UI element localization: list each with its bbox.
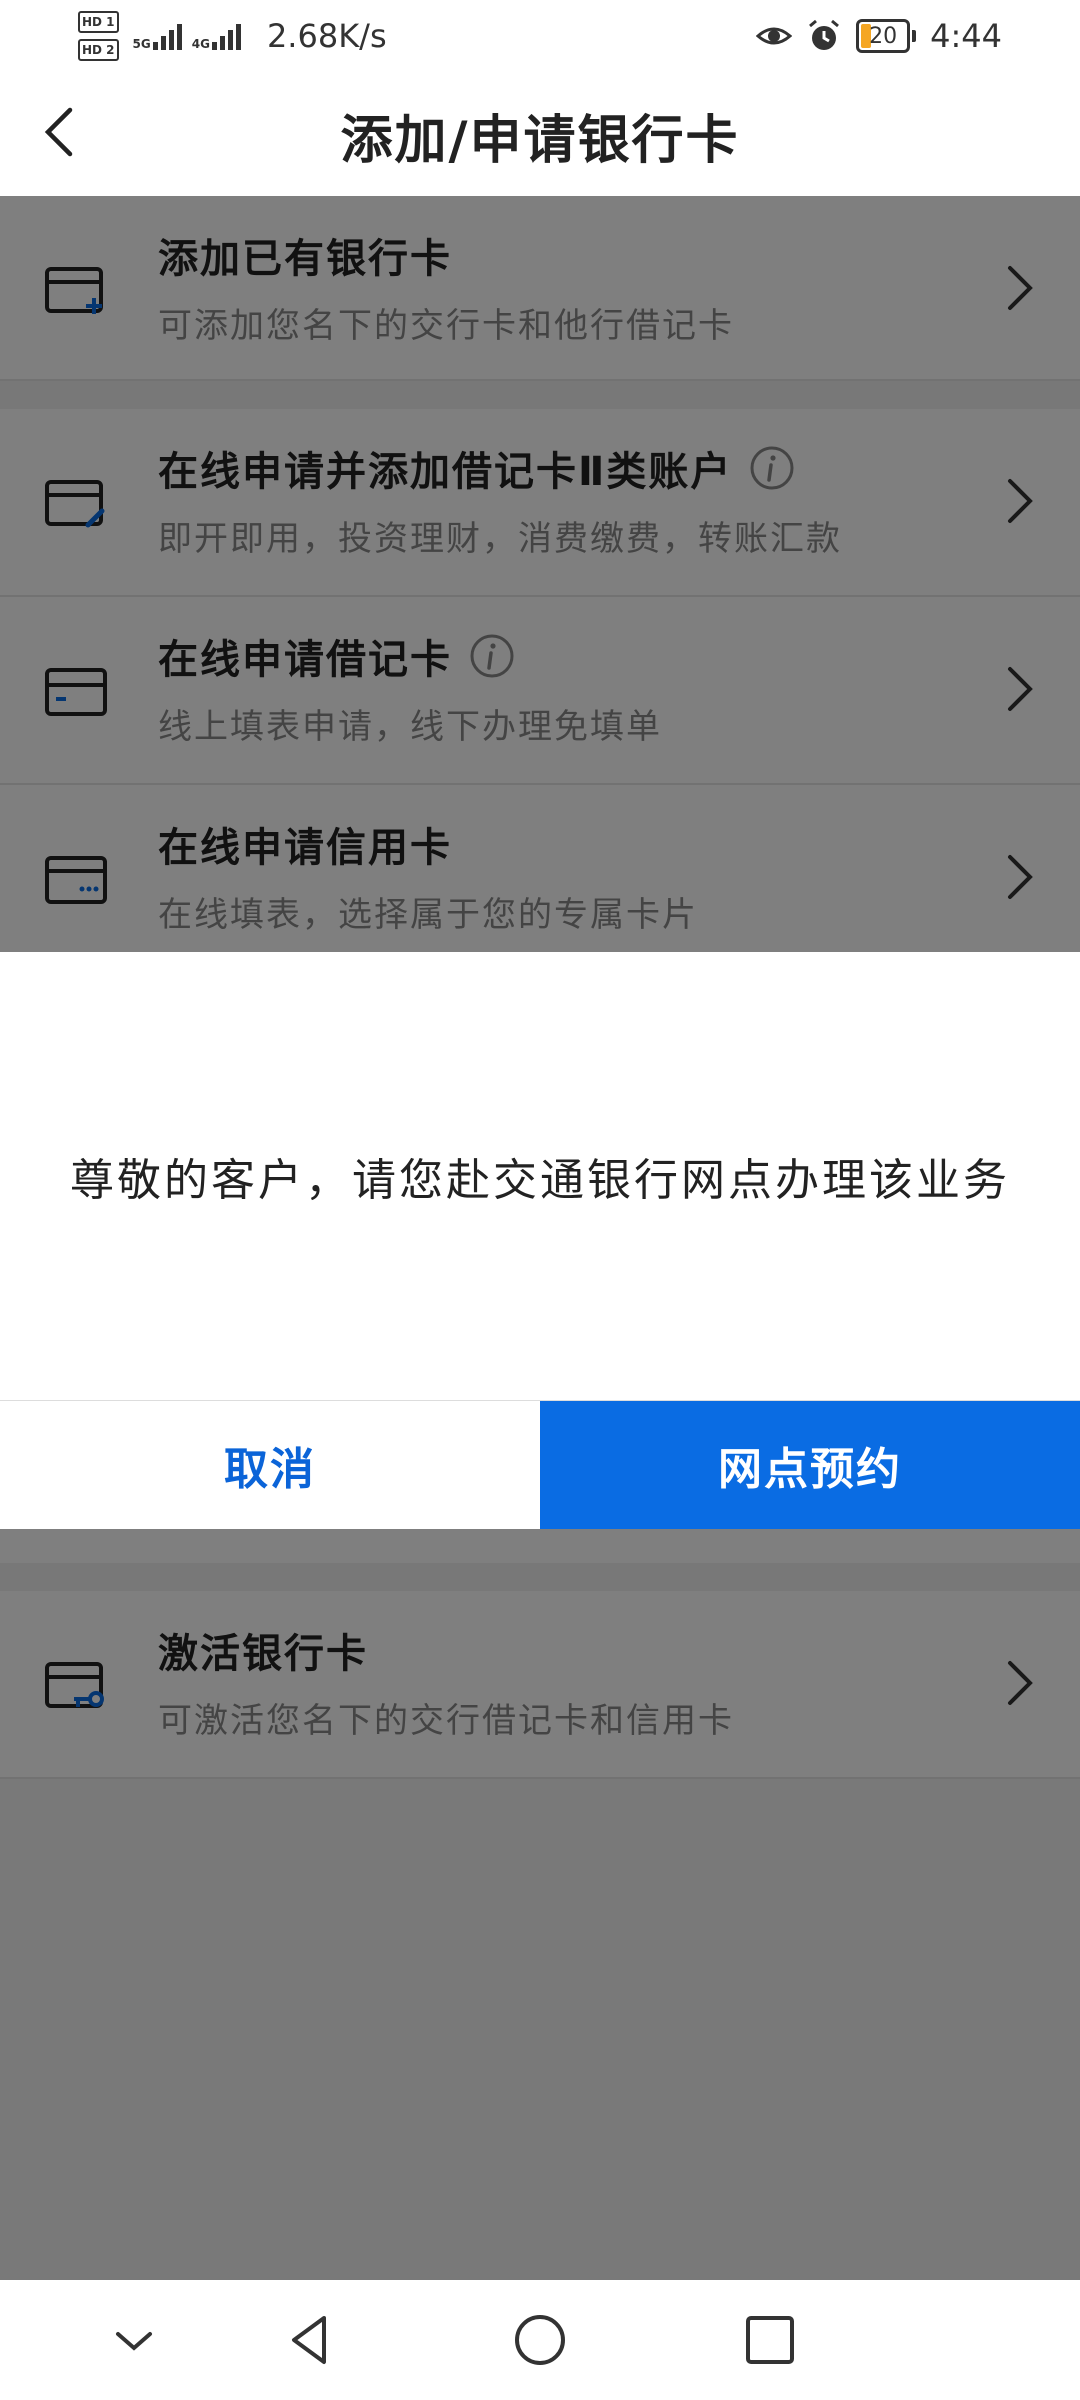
battery-icon: 20 (856, 19, 917, 53)
cancel-button[interactable]: 取消 (0, 1401, 540, 1529)
hd1-indicator: HD 1 (78, 11, 119, 33)
status-left: HD 1 HD 2 5G 4G 2.68K/s (78, 8, 387, 64)
signal-4g-icon: 4G (192, 22, 241, 50)
dialog-buttons: 取消 网点预约 (0, 1400, 1080, 1529)
chevron-down-icon[interactable] (104, 2310, 164, 2370)
dialog-message: 尊敬的客户，请您赴交通银行网点办理该业务 (70, 1155, 1010, 1206)
alarm-icon (809, 19, 840, 50)
eye-icon (756, 27, 793, 45)
branch-appointment-button[interactable]: 网点预约 (540, 1401, 1080, 1529)
network-speed: 2.68K/s (266, 17, 387, 55)
header: 添加/申请银行卡 (0, 72, 1080, 197)
clock: 4:44 (930, 17, 1002, 55)
page-title: 添加/申请银行卡 (340, 111, 740, 171)
branch-dialog: 尊敬的客户，请您赴交通银行网点办理该业务 取消 网点预约 (0, 952, 1080, 1529)
back-triangle-icon[interactable] (280, 2310, 340, 2370)
hd2-indicator: HD 2 (78, 39, 119, 61)
signal-5g-icon: 5G (133, 22, 182, 50)
status-right: 20 4:44 (756, 12, 1002, 60)
status-bar: HD 1 HD 2 5G 4G 2.68K/s 20 4:44 (0, 0, 1080, 72)
system-nav-bar (0, 2280, 1080, 2400)
hd-indicators: HD 1 HD 2 (78, 11, 119, 61)
recents-square-icon[interactable] (740, 2310, 800, 2370)
home-circle-icon[interactable] (510, 2310, 570, 2370)
